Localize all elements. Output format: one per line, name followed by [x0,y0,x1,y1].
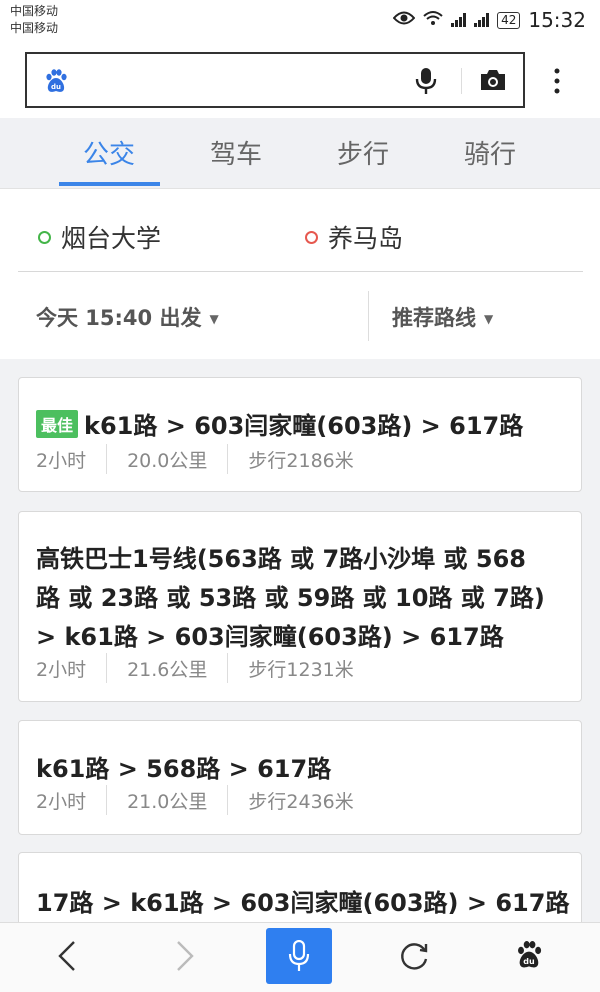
route-preference-dropdown[interactable]: 推荐路线 ▼ [392,302,493,332]
more-menu-icon[interactable] [553,68,561,98]
route-line: 17路 > k61路 > 603闫家疃(603路) > 617路 [36,889,570,917]
meta-divider [106,653,108,683]
route-result-card[interactable]: 最佳 k61路 > 603闫家疃(603路) > 617路 2小时 20.0公里 步行… [18,377,582,492]
route-meta: 2小时 20.0公里 步行2186米 [36,444,354,474]
route-panel: 烟台大学 养马岛 今天 15:40 出发 ▼ 推荐路线 ▼ [0,189,600,359]
back-icon[interactable] [56,939,78,977]
tab-walk[interactable]: 步行 [298,134,428,171]
route-line: 高铁巴士1号线(563路 或 7路小沙埠 或 568 [36,545,526,573]
route-line: 最佳 k61路 > 603闫家疃(603路) > 617路 [36,406,523,441]
signal-icon-2 [474,13,490,27]
departure-time-label: 今天 15:40 出发 [36,306,202,330]
start-dot-icon [38,230,51,244]
end-point[interactable]: 养马岛 [305,219,403,255]
refresh-icon[interactable] [398,939,430,977]
svg-text:du: du [51,83,61,91]
route-line-text: k61路 > 603闫家疃(603路) > 617路 [84,412,524,440]
clock: 15:32 [528,8,586,32]
microphone-icon [288,939,310,976]
route-meta: 2小时 21.0公里 步行2436米 [36,785,354,815]
battery-indicator: 42 [497,11,521,29]
voice-search-icon[interactable] [415,67,437,99]
route-result-card[interactable]: 高铁巴士1号线(563路 或 7路小沙埠 或 568 路 或 23路 或 53路… [18,511,582,702]
route-duration: 2小时 [36,790,87,813]
route-preference-label: 推荐路线 [392,306,476,330]
meta-divider [227,444,229,474]
search-header: du [0,44,600,118]
start-point-label: 烟台大学 [61,224,162,253]
status-icons: 42 15:32 [392,8,586,32]
svg-text:du: du [523,957,535,966]
route-duration: 2小时 [36,658,87,681]
route-distance: 20.0公里 [127,449,208,472]
end-dot-icon [305,230,318,244]
active-tab-indicator [59,182,160,186]
route-line: 路 或 23路 或 53路 或 59路 或 10路 或 7路) [36,584,545,612]
chevron-down-icon: ▼ [484,312,494,326]
tab-cycle[interactable]: 骑行 [425,134,555,171]
best-badge: 最佳 [36,410,79,438]
eye-icon [392,9,416,31]
chevron-down-icon: ▼ [209,312,219,326]
departure-time-dropdown[interactable]: 今天 15:40 出发 ▼ [36,302,219,332]
route-result-card[interactable]: k61路 > 568路 > 617路 2小时 21.0公里 步行2436米 [18,720,582,835]
voice-button[interactable] [266,928,332,984]
start-point[interactable]: 烟台大学 [38,219,161,255]
baidu-paw-icon[interactable]: du [43,68,69,98]
divider [18,271,583,272]
meta-divider [227,653,229,683]
wifi-icon [423,9,443,31]
search-input[interactable]: du [25,52,525,108]
meta-divider [106,785,108,815]
carrier-label-2: 中国移动 [10,21,59,35]
route-distance: 21.0公里 [127,790,208,813]
carrier-label-1: 中国移动 [10,4,59,18]
route-distance: 21.6公里 [127,658,208,681]
baidu-home-icon[interactable]: du [514,939,544,975]
route-walk: 步行2186米 [248,449,354,472]
route-line: > k61路 > 603闫家疃(603路) > 617路 [36,623,504,651]
option-divider [368,291,369,341]
end-point-label: 养马岛 [328,224,404,253]
signal-icon-1 [451,13,467,27]
transport-mode-tabs: 公交 驾车 步行 骑行 [0,118,600,189]
meta-divider [227,785,229,815]
meta-divider [106,444,108,474]
route-walk: 步行1231米 [248,658,354,681]
route-walk: 步行2436米 [248,790,354,813]
tab-drive[interactable]: 驾车 [171,134,301,171]
forward-icon[interactable] [174,939,196,977]
search-divider [461,68,462,94]
route-duration: 2小时 [36,449,87,472]
camera-icon[interactable] [479,68,507,96]
route-line: k61路 > 568路 > 617路 [36,755,332,783]
browser-bottom-bar: du [0,922,600,992]
tab-bus[interactable]: 公交 [44,134,174,171]
route-meta: 2小时 21.6公里 步行1231米 [36,653,354,683]
status-bar: 中国移动 中国移动 42 15:32 [0,0,600,44]
